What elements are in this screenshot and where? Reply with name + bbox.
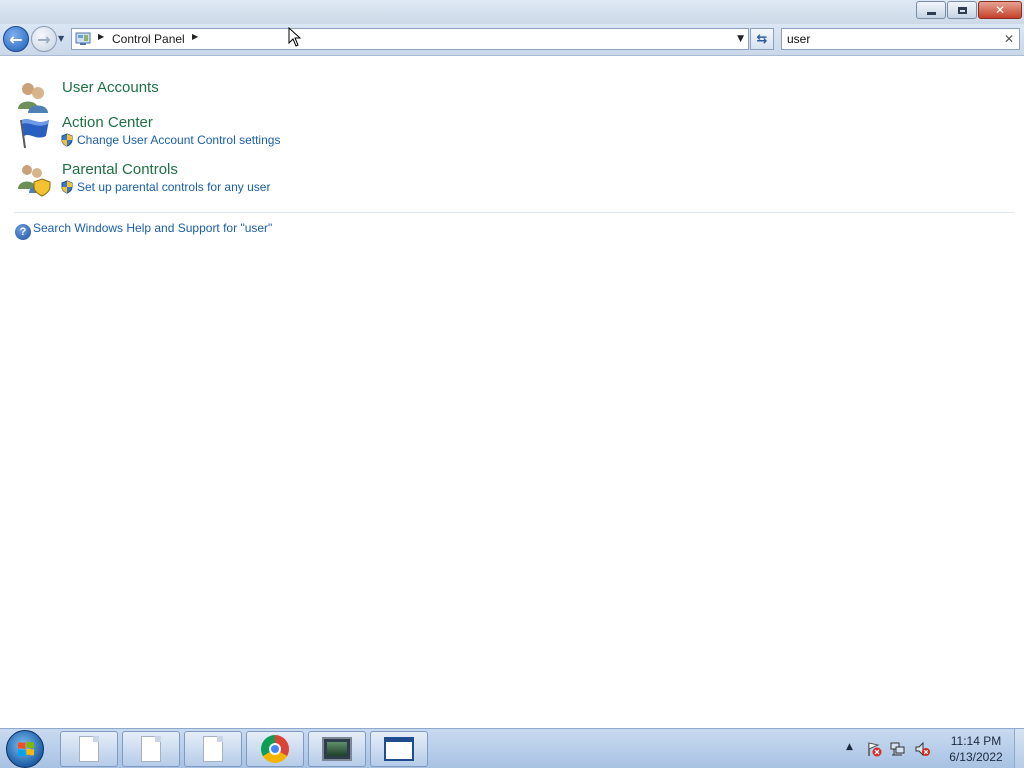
back-arrow-icon: ←	[9, 29, 23, 49]
show-desktop-button[interactable]	[1014, 729, 1024, 768]
taskbar-app-document-1[interactable]	[60, 731, 118, 767]
uac-shield-icon	[61, 133, 73, 147]
divider	[14, 212, 1014, 213]
window-controls: ✕	[915, 1, 1022, 19]
taskbar-app-monitor[interactable]	[308, 731, 366, 767]
help-link-label: Search Windows Help and Support for "use…	[33, 221, 273, 235]
document-icon	[203, 736, 223, 762]
show-hidden-icons-icon[interactable]: ▲	[846, 742, 853, 752]
clock-time: 11:14 PM	[950, 734, 1002, 748]
taskbar-app-chrome[interactable]	[246, 731, 304, 767]
uac-shield-icon	[61, 180, 73, 194]
control-panel-icon	[75, 32, 91, 45]
taskbar-app-window[interactable]	[370, 731, 428, 767]
system-tray: ▲ 11:14 PM 6/13/2022	[840, 729, 1024, 768]
help-search-link[interactable]: ? Search Windows Help and Support for "us…	[15, 221, 272, 240]
taskbar: ▲ 11:14 PM 6/13/2022	[0, 728, 1024, 768]
refresh-icon: ⇆	[756, 31, 768, 47]
task-link-label: Set up parental controls for any user	[77, 180, 271, 194]
close-button[interactable]: ✕	[978, 1, 1022, 19]
taskbar-app-document-2[interactable]	[122, 731, 180, 767]
clock[interactable]: 11:14 PM 6/13/2022	[940, 733, 1012, 765]
navigation-bar: ← → ▼ ▶ Control Panel ▶ ▼ ⇆ ✕	[0, 24, 1024, 56]
monitor-icon	[322, 737, 352, 761]
restore-button[interactable]	[947, 1, 977, 19]
minimize-icon	[926, 11, 936, 15]
address-dropdown-icon[interactable]: ▼	[737, 34, 744, 44]
refresh-button[interactable]: ⇆	[750, 28, 774, 50]
chrome-icon	[261, 735, 289, 763]
title-bar: ✕	[0, 0, 1024, 24]
search-box[interactable]: ✕	[781, 28, 1020, 50]
volume-muted-icon[interactable]	[914, 741, 930, 757]
forward-arrow-icon: →	[37, 29, 51, 49]
result-title[interactable]: Action Center	[62, 114, 153, 131]
network-icon[interactable]	[890, 741, 906, 757]
back-button[interactable]: ←	[3, 26, 29, 52]
result-title[interactable]: User Accounts	[62, 79, 159, 96]
restore-icon	[957, 6, 967, 14]
parental-controls-icon	[18, 165, 51, 197]
taskbar-app-document-3[interactable]	[184, 731, 242, 767]
forward-button[interactable]: →	[31, 26, 57, 52]
breadcrumb-chevron-icon[interactable]: ▶	[192, 32, 198, 41]
recent-pages-button[interactable]: ▼	[58, 34, 68, 44]
document-icon	[79, 736, 99, 762]
minimize-button[interactable]	[916, 1, 946, 19]
search-results-pane: User Accounts Action Center Change User …	[0, 57, 1024, 728]
breadcrumb-chevron-icon[interactable]: ▶	[98, 32, 104, 41]
mouse-cursor-icon	[288, 27, 302, 47]
task-link-parental-controls[interactable]: Set up parental controls for any user	[60, 180, 270, 194]
windows-logo-icon	[18, 741, 34, 757]
document-icon	[141, 736, 161, 762]
close-icon: ✕	[994, 3, 1006, 17]
help-icon: ?	[15, 224, 31, 240]
user-accounts-icon	[18, 83, 48, 113]
start-button[interactable]	[6, 730, 44, 768]
clear-search-icon[interactable]: ✕	[1004, 32, 1014, 46]
action-center-alert-icon[interactable]	[866, 741, 882, 757]
task-link-uac-settings[interactable]: Change User Account Control settings	[60, 133, 280, 147]
window-icon	[384, 737, 414, 761]
result-title[interactable]: Parental Controls	[62, 161, 178, 178]
action-center-flag-icon	[20, 119, 49, 149]
address-bar[interactable]: ▶ Control Panel ▶ ▼	[71, 28, 749, 50]
task-link-label: Change User Account Control settings	[77, 133, 281, 147]
breadcrumb-control-panel[interactable]: Control Panel	[112, 32, 185, 46]
clock-date: 6/13/2022	[949, 750, 1003, 764]
search-input[interactable]	[787, 32, 997, 46]
